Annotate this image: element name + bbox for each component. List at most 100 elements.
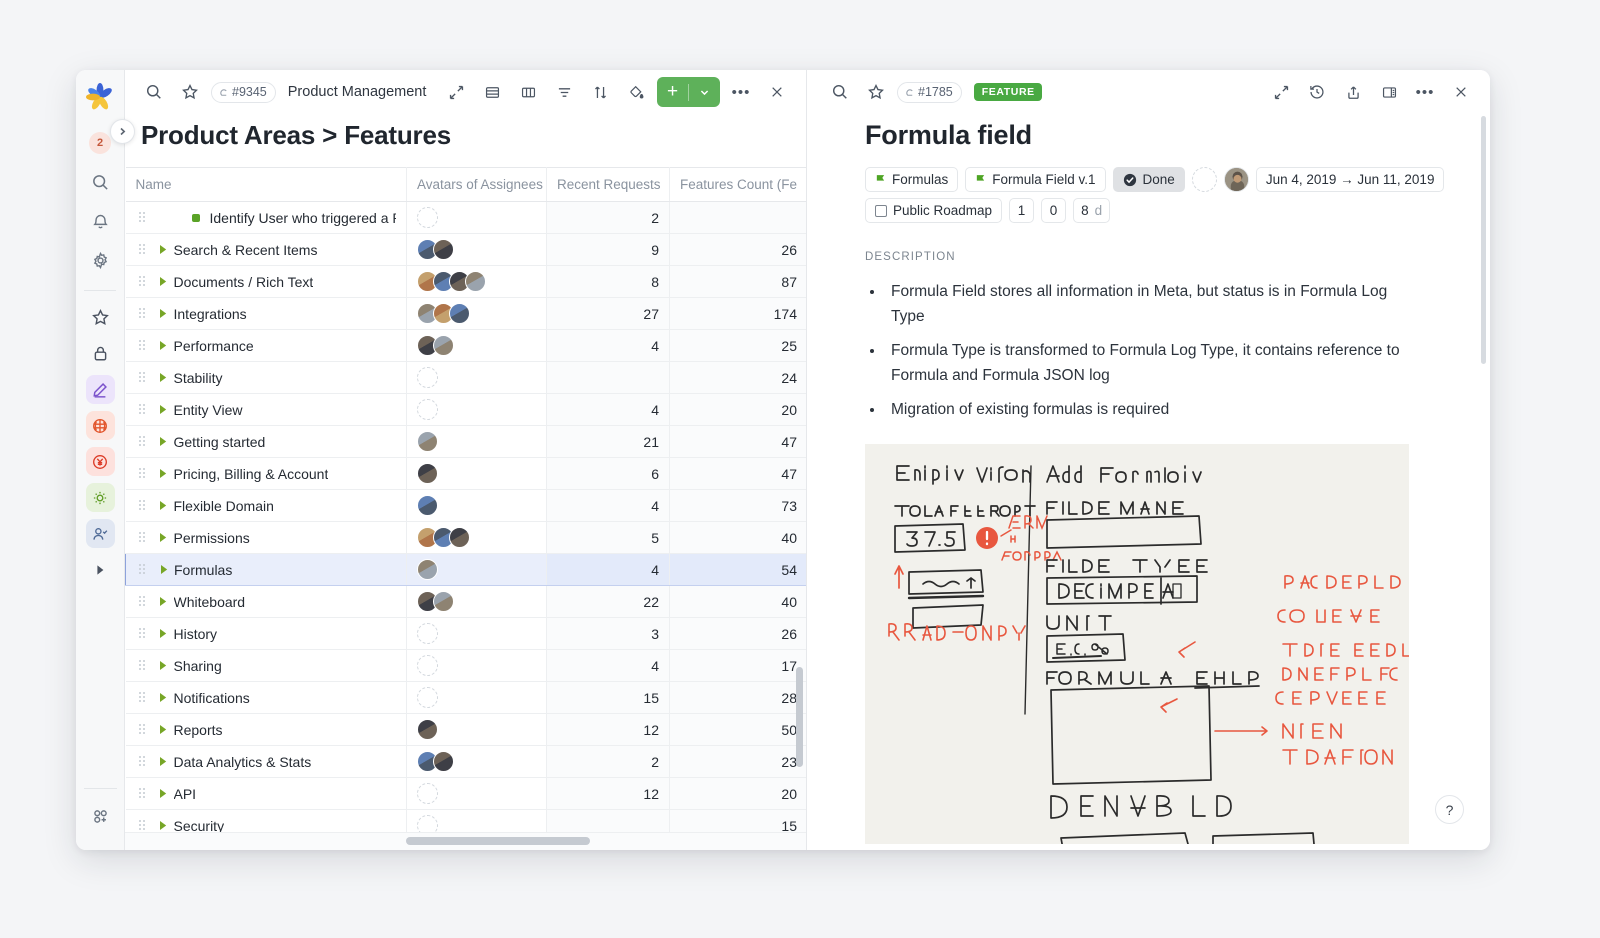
expand-triangle-icon[interactable]: [154, 564, 174, 575]
cell-name[interactable]: Whiteboard: [126, 586, 407, 618]
table-row[interactable]: Getting started2147: [126, 426, 807, 458]
cell-features-count[interactable]: 87: [670, 266, 807, 298]
close-icon[interactable]: [1446, 77, 1476, 107]
cell-avatars[interactable]: [407, 298, 547, 330]
description-bullets[interactable]: Formula Field stores all information in …: [807, 263, 1490, 422]
empty-avatar-placeholder[interactable]: [417, 399, 438, 420]
cell-name[interactable]: Identify User who triggered a Rule: [126, 202, 407, 234]
metric-one[interactable]: 1: [1009, 198, 1034, 223]
history-icon[interactable]: [1302, 77, 1332, 107]
table-row[interactable]: Search & Recent Items926: [126, 234, 807, 266]
cell-features-count[interactable]: 28: [670, 682, 807, 714]
cell-avatars[interactable]: [407, 522, 547, 554]
cell-features-count[interactable]: 26: [670, 618, 807, 650]
star-icon[interactable]: [861, 77, 891, 107]
play-triangle-icon[interactable]: [86, 555, 115, 584]
cell-recent-requests[interactable]: 4: [547, 330, 670, 362]
cell-features-count[interactable]: [670, 202, 807, 234]
table-row[interactable]: Pricing, Billing & Account 647: [126, 458, 807, 490]
cell-name[interactable]: Flexible Domain: [126, 490, 407, 522]
cell-features-count[interactable]: 47: [670, 426, 807, 458]
cell-name[interactable]: API: [126, 778, 407, 810]
cell-name[interactable]: Integrations: [126, 298, 407, 330]
cell-name[interactable]: Notifications: [126, 682, 407, 714]
cell-features-count[interactable]: 54: [670, 554, 807, 586]
search-icon[interactable]: [139, 77, 169, 107]
empty-avatar-placeholder[interactable]: [417, 687, 438, 708]
cell-avatars[interactable]: [407, 682, 547, 714]
table-row[interactable]: Permissions540: [126, 522, 807, 554]
table-horizontal-scroll-track[interactable]: [125, 832, 806, 850]
cell-avatars[interactable]: [407, 554, 547, 586]
cell-name[interactable]: Formulas: [126, 554, 407, 586]
cell-name[interactable]: Getting started: [126, 426, 407, 458]
empty-avatar-placeholder[interactable]: [417, 783, 438, 804]
drag-handle-icon[interactable]: [138, 563, 154, 577]
cell-name[interactable]: Reports: [126, 714, 407, 746]
close-icon[interactable]: [762, 77, 792, 107]
apps-grid-icon[interactable]: [85, 801, 115, 831]
expand-triangle-icon[interactable]: [154, 724, 174, 735]
add-button[interactable]: +: [657, 77, 720, 107]
entity-id-chip[interactable]: #1785: [897, 82, 962, 103]
table-container[interactable]: Name Avatars of Assignees Recent Request…: [125, 167, 806, 850]
table-row[interactable]: Integrations27174: [126, 298, 807, 330]
whiteboard-sketch-image[interactable]: [865, 444, 1409, 844]
expand-triangle-icon[interactable]: [154, 756, 174, 767]
filter-icon[interactable]: [549, 77, 579, 107]
expand-triangle-icon[interactable]: [154, 692, 174, 703]
table-row[interactable]: API1220: [126, 778, 807, 810]
table-row[interactable]: Flexible Domain473: [126, 490, 807, 522]
table-row[interactable]: Performance425: [126, 330, 807, 362]
cell-features-count[interactable]: 20: [670, 394, 807, 426]
detail-vertical-scrollbar[interactable]: [1481, 116, 1486, 364]
cell-features-count[interactable]: 23: [670, 746, 807, 778]
star-icon[interactable]: [86, 303, 115, 332]
cell-name[interactable]: Data Analytics & Stats: [126, 746, 407, 778]
metric-two[interactable]: 0: [1041, 198, 1066, 223]
cell-avatars[interactable]: [407, 426, 547, 458]
search-icon[interactable]: [825, 77, 855, 107]
drag-handle-icon[interactable]: [138, 243, 154, 257]
cell-recent-requests[interactable]: 2: [547, 746, 670, 778]
more-options-button[interactable]: •••: [726, 77, 756, 107]
chevron-down-icon[interactable]: [689, 87, 720, 98]
drag-handle-icon[interactable]: [138, 595, 154, 609]
table-row[interactable]: Documents / Rich Text887: [126, 266, 807, 298]
rail-expand-button[interactable]: [110, 119, 135, 144]
cell-recent-requests[interactable]: 15: [547, 682, 670, 714]
cell-avatars[interactable]: [407, 266, 547, 298]
expand-triangle-icon[interactable]: [154, 500, 174, 511]
empty-avatar-placeholder[interactable]: [417, 623, 438, 644]
cell-recent-requests[interactable]: [547, 362, 670, 394]
cell-avatars[interactable]: [407, 202, 547, 234]
cell-name[interactable]: Performance: [126, 330, 407, 362]
sort-icon[interactable]: [585, 77, 615, 107]
expand-triangle-icon[interactable]: [154, 276, 174, 287]
cell-name[interactable]: Pricing, Billing & Account: [126, 458, 407, 490]
add-plus-icon[interactable]: +: [657, 81, 688, 103]
entity-id-chip[interactable]: #9345: [211, 82, 276, 103]
drag-handle-icon[interactable]: [138, 403, 154, 417]
chip-version[interactable]: Formula Field v.1: [965, 167, 1105, 192]
expand-triangle-icon[interactable]: [154, 308, 174, 319]
sidebar-toggle-icon[interactable]: [1374, 77, 1404, 107]
expand-triangle-icon[interactable]: [154, 820, 174, 831]
expand-triangle-icon[interactable]: [154, 404, 174, 415]
avatar[interactable]: [417, 463, 438, 484]
drag-handle-icon[interactable]: [138, 691, 154, 705]
cell-name[interactable]: Stability: [126, 362, 407, 394]
cell-recent-requests[interactable]: 6: [547, 458, 670, 490]
cell-features-count[interactable]: 47: [670, 458, 807, 490]
cell-features-count[interactable]: 26: [670, 234, 807, 266]
cell-avatars[interactable]: [407, 234, 547, 266]
cell-name[interactable]: Sharing: [126, 650, 407, 682]
status-badge[interactable]: Done: [1113, 167, 1185, 192]
date-range-chip[interactable]: Jun 4, 2019 → Jun 11, 2019: [1256, 167, 1445, 192]
lock-icon[interactable]: [86, 339, 115, 368]
table-vertical-scrollbar[interactable]: [796, 667, 803, 767]
table-row[interactable]: Whiteboard2240: [126, 586, 807, 618]
duration-chip[interactable]: 8d: [1073, 198, 1110, 223]
cell-name[interactable]: Entity View: [126, 394, 407, 426]
table-row[interactable]: Reports1250: [126, 714, 807, 746]
